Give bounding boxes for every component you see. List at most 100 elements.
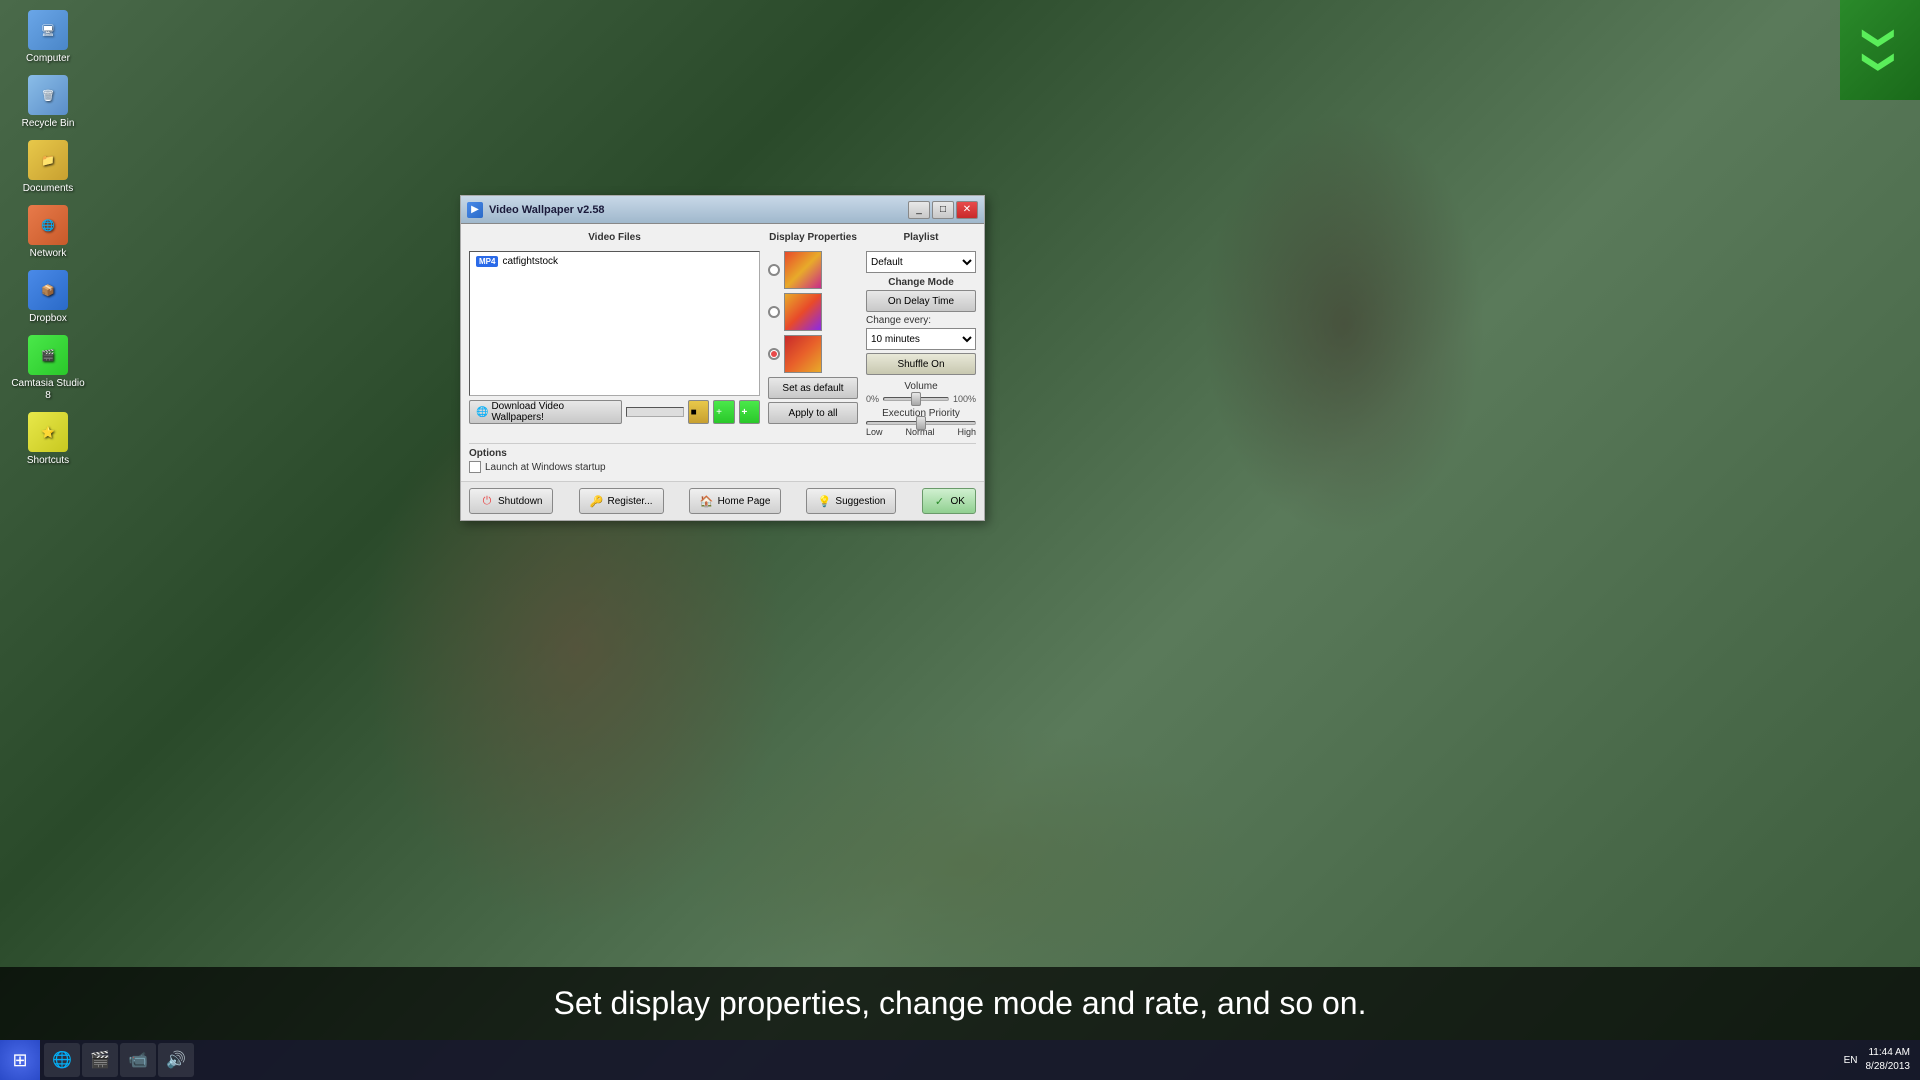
playlist-panel: Default Change Mode On Delay Time Change… (866, 251, 976, 437)
options-divider (469, 443, 976, 444)
video-toolbar: 🌐 Download Video Wallpapers! ■ + + (469, 400, 760, 424)
launch-startup-label: Launch at Windows startup (485, 462, 606, 473)
documents-icon: 📁 (28, 140, 68, 180)
thumbnail-row-3 (768, 335, 858, 373)
computer-icon: 🖥 (28, 10, 68, 50)
taskbar-item-3[interactable]: 📹 (120, 1043, 156, 1077)
shortcuts-label: Shortcuts (27, 455, 69, 467)
options-header: Options (469, 448, 976, 461)
display-properties-header: Display Properties (768, 232, 858, 245)
documents-label: Documents (23, 183, 74, 195)
network-label: Network (30, 248, 67, 260)
desktop-icon-recycle-bin[interactable]: 🗑 Recycle Bin (8, 75, 88, 130)
display-action-buttons: Set as default Apply to all (768, 377, 858, 424)
close-button[interactable]: ✕ (956, 201, 978, 219)
subtitle-bar: Set display properties, change mode and … (0, 967, 1920, 1040)
display-properties-panel: Set as default Apply to all (768, 251, 858, 424)
shortcuts-icon: ⭐ (28, 412, 68, 452)
taskbar-item-2[interactable]: 🎬 (82, 1043, 118, 1077)
volume-label: Volume (866, 381, 976, 392)
add-file-button[interactable]: + (739, 400, 760, 424)
video-format-badge: MP4 (476, 256, 498, 267)
taskbar-time-display: 11:44 AM (1866, 1046, 1911, 1060)
change-every-label: Change every: (866, 315, 976, 326)
taskbar-icon-2: 🎬 (90, 1050, 110, 1070)
minimize-button[interactable]: _ (908, 201, 930, 219)
video-files-panel: MP4 catfightstock 🌐 Download Video Wallp… (469, 251, 760, 424)
taskbar-icon-3: 📹 (128, 1050, 148, 1070)
taskbar: ⊞ 🌐 🎬 📹 🔊 EN 11:44 AM 8/28/2013 (0, 1040, 1920, 1080)
register-button[interactable]: 🔑 Register... (579, 488, 664, 514)
dialog-titlebar: ▶ Video Wallpaper v2.58 _ □ ✕ (461, 196, 984, 224)
thumbnail-row-1 (768, 251, 858, 289)
priority-slider-track[interactable] (866, 421, 976, 425)
taskbar-items: 🌐 🎬 📹 🔊 (40, 1040, 1834, 1080)
taskbar-icon-1: 🌐 (52, 1050, 72, 1070)
launch-startup-row: Launch at Windows startup (469, 461, 976, 473)
set-as-default-button[interactable]: Set as default (768, 377, 858, 399)
radio-thumbnail-2[interactable] (768, 306, 780, 318)
desktop-background (0, 0, 1920, 1080)
priority-low-label: Low (866, 427, 883, 437)
add-green-button[interactable]: + (713, 400, 734, 424)
taskbar-system-tray: EN 11:44 AM 8/28/2013 (1834, 1046, 1920, 1074)
download-progress-bar (626, 407, 684, 417)
arrow-down-icon: ❯ (1864, 25, 1896, 52)
thumbnail-3[interactable] (784, 335, 822, 373)
shutdown-button[interactable]: ⏻ Shutdown (469, 488, 553, 514)
desktop-icon-documents[interactable]: 📁 Documents (8, 140, 88, 195)
change-every-dropdown[interactable]: 10 minutes (866, 328, 976, 350)
volume-slider-row: 0% 100% (866, 394, 976, 404)
desktop-icon-network[interactable]: 🌐 Network (8, 205, 88, 260)
dialog-window-controls: _ □ ✕ (908, 201, 978, 219)
desktop-icons-container: 🖥 Computer 🗑 Recycle Bin 📁 Documents 🌐 N… (0, 0, 120, 477)
volume-max-label: 100% (953, 394, 976, 404)
start-button[interactable]: ⊞ (0, 1040, 40, 1080)
volume-slider-track[interactable] (883, 397, 949, 401)
video-files-header-area: Video Files (469, 232, 760, 245)
thumbnail-1[interactable] (784, 251, 822, 289)
taskbar-item-1[interactable]: 🌐 (44, 1043, 80, 1077)
playlist-dropdown[interactable]: Default (866, 251, 976, 273)
color-tool-button[interactable]: ■ (688, 400, 709, 424)
priority-slider-thumb[interactable] (916, 416, 926, 430)
camtasia-label: Camtasia Studio 8 (8, 378, 88, 402)
volume-slider-thumb[interactable] (911, 392, 921, 406)
thumbnail-2[interactable] (784, 293, 822, 331)
download-icon: 🌐 (476, 407, 488, 418)
priority-high-label: High (957, 427, 976, 437)
apply-to-all-button[interactable]: Apply to all (768, 402, 858, 424)
radio-thumbnail-3[interactable] (768, 348, 780, 360)
video-file-list[interactable]: MP4 catfightstock (469, 251, 760, 396)
volume-min-label: 0% (866, 394, 879, 404)
recycle-bin-icon: 🗑 (28, 75, 68, 115)
desktop-icon-camtasia[interactable]: 🎬 Camtasia Studio 8 (8, 335, 88, 402)
taskbar-item-4[interactable]: 🔊 (158, 1043, 194, 1077)
desktop-icon-dropbox[interactable]: 📦 Dropbox (8, 270, 88, 325)
start-icon: ⊞ (12, 1050, 27, 1071)
display-props-header-area: Display Properties (768, 232, 858, 245)
shuffle-button[interactable]: Shuffle On (866, 353, 976, 375)
ok-button[interactable]: ✓ OK (922, 488, 976, 514)
launch-startup-checkbox[interactable] (469, 461, 481, 473)
on-delay-time-button[interactable]: On Delay Time (866, 290, 976, 312)
main-panels-row: MP4 catfightstock 🌐 Download Video Wallp… (469, 251, 976, 437)
playlist-header: Playlist (866, 232, 976, 245)
dropbox-icon: 📦 (28, 270, 68, 310)
suggestion-button[interactable]: 💡 Suggestion (806, 488, 896, 514)
homepage-button[interactable]: 🏠 Home Page (689, 488, 782, 514)
home-icon: 🏠 (700, 494, 714, 508)
dialog-footer: ⏻ Shutdown 🔑 Register... 🏠 Home Page 💡 S… (461, 481, 984, 520)
radio-thumbnail-1[interactable] (768, 264, 780, 276)
maximize-button[interactable]: □ (932, 201, 954, 219)
top-right-arrow-decoration: ❯ ❯ (1840, 0, 1920, 100)
video-list-item[interactable]: MP4 catfightstock (472, 254, 757, 269)
video-filename: catfightstock (502, 256, 558, 267)
shutdown-icon: ⏻ (480, 494, 494, 508)
volume-section: Volume 0% 100% (866, 381, 976, 404)
desktop-icon-shortcuts[interactable]: ⭐ Shortcuts (8, 412, 88, 467)
desktop-icon-computer[interactable]: 🖥 Computer (8, 10, 88, 65)
execution-priority-section: Execution Priority Low Normal High (866, 408, 976, 437)
download-video-button[interactable]: 🌐 Download Video Wallpapers! (469, 400, 622, 424)
subtitle-text: Set display properties, change mode and … (554, 985, 1367, 1021)
